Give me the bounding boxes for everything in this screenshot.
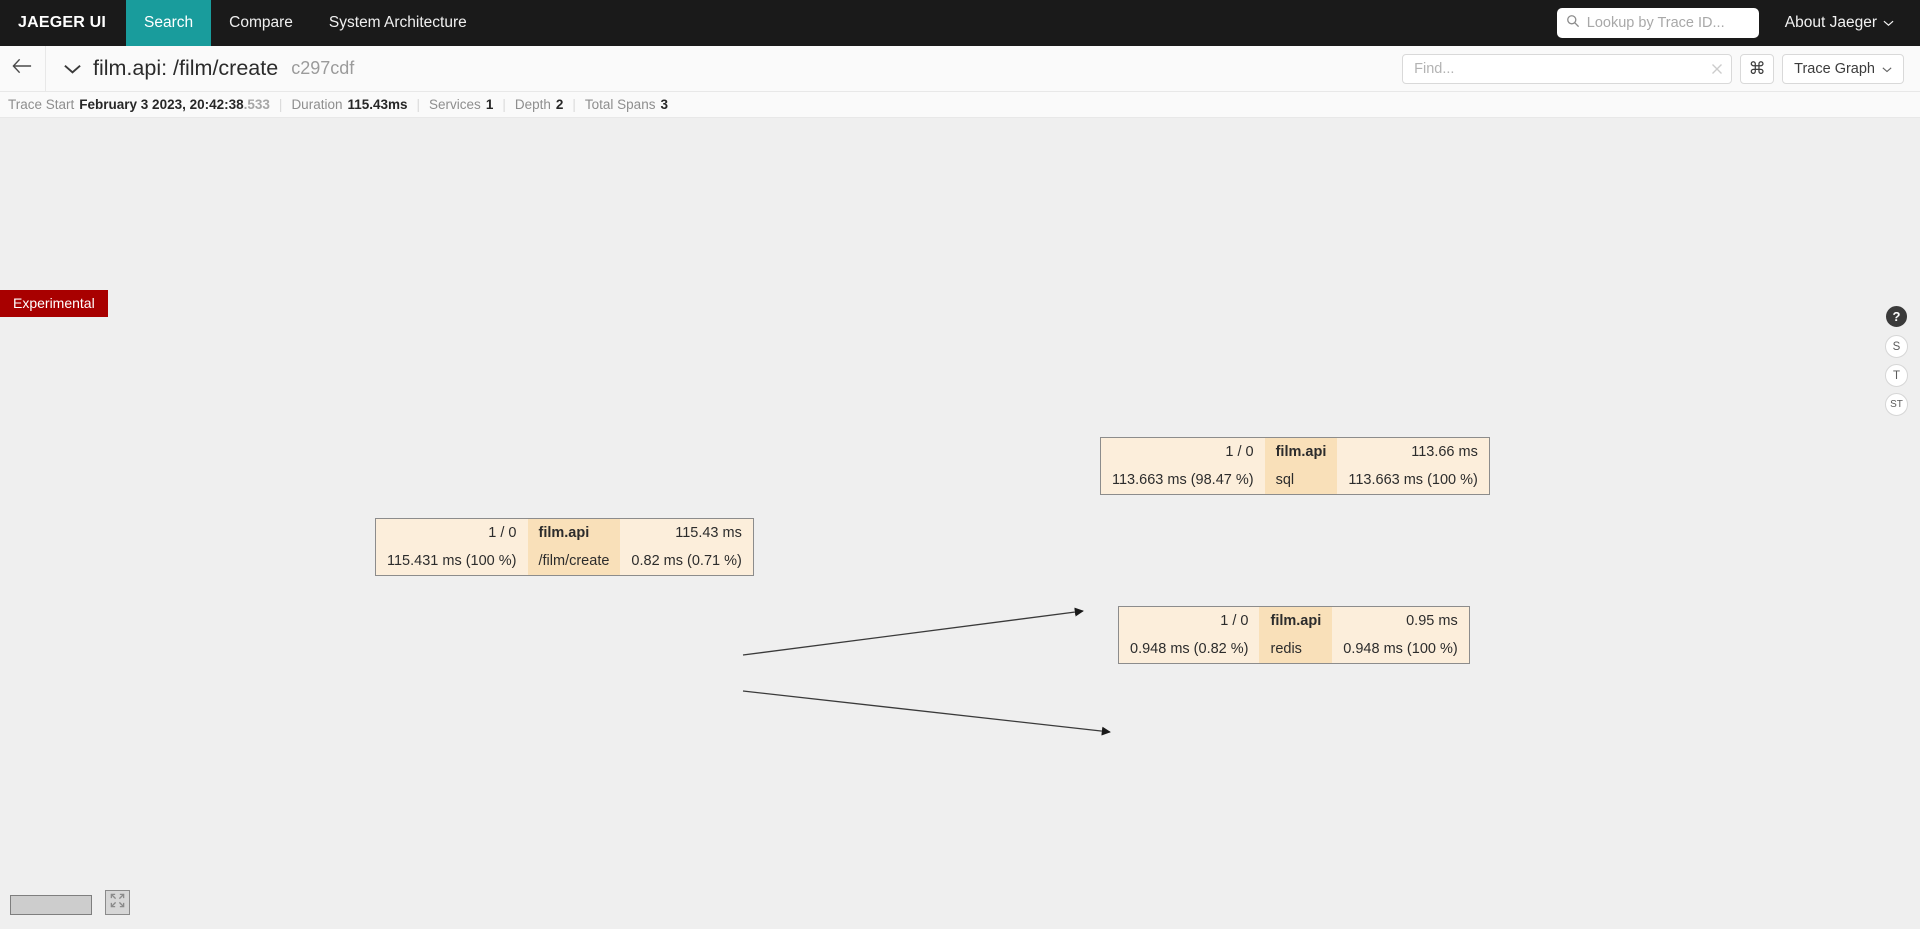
graph-bottom-controls	[10, 890, 130, 915]
graph-node-sql[interactable]: 1 / 0 film.api 113.66 ms 113.663 ms (98.…	[1100, 437, 1490, 495]
node-self-pct: 0.948 ms (100 %)	[1332, 635, 1468, 663]
node-self-time: 113.66 ms	[1337, 438, 1489, 466]
trace-header-bar: film.api: /film/create c297cdf Find... ⌘…	[0, 46, 1920, 92]
node-operation: sql	[1265, 466, 1338, 494]
keyboard-shortcuts-button[interactable]: ⌘	[1740, 54, 1774, 84]
edge-root-to-redis	[743, 691, 1110, 732]
trace-id-lookup-field[interactable]: Lookup by Trace ID...	[1557, 8, 1759, 38]
node-service: film.api	[1259, 607, 1332, 635]
node-count: 1 / 0	[1119, 607, 1259, 635]
top-nav-right-group: Lookup by Trace ID... About Jaeger	[1557, 0, 1920, 46]
node-self-time: 115.43 ms	[620, 519, 752, 547]
fullscreen-icon	[109, 892, 126, 914]
find-input[interactable]: Find...	[1402, 54, 1732, 84]
node-total-time: 0.948 ms (0.82 %)	[1119, 635, 1259, 663]
edge-root-to-sql	[743, 611, 1083, 655]
meta-label: Trace Start	[8, 97, 74, 112]
meta-label: Depth	[515, 97, 551, 112]
fullscreen-button[interactable]	[105, 890, 130, 915]
nav-tab-compare[interactable]: Compare	[211, 0, 311, 46]
meta-label: Total Spans	[585, 97, 656, 112]
find-placeholder: Find...	[1414, 61, 1701, 77]
chevron-down-icon[interactable]	[63, 63, 82, 75]
help-icon[interactable]: ?	[1886, 306, 1907, 327]
search-icon	[1566, 14, 1580, 33]
view-mode-label: Trace Graph	[1794, 61, 1875, 77]
node-self-pct: 113.663 ms (100 %)	[1337, 466, 1489, 494]
trace-meta-bar: Trace Start February 3 2023, 20:42:38.53…	[0, 92, 1920, 118]
nav-tab-system-architecture[interactable]: System Architecture	[311, 0, 485, 46]
top-navigation-bar: JAEGER UI Search Compare System Architec…	[0, 0, 1920, 46]
trace-header-controls: Find... ⌘ Trace Graph	[1402, 46, 1920, 91]
service-mode-button[interactable]: S	[1885, 335, 1908, 358]
about-jaeger-label: About Jaeger	[1785, 14, 1877, 32]
back-button[interactable]	[0, 46, 46, 91]
meta-value: 115.43ms	[347, 97, 407, 112]
meta-trace-start: Trace Start February 3 2023, 20:42:38.53…	[8, 97, 279, 112]
graph-node-root[interactable]: 1 / 0 film.api 115.43 ms 115.431 ms (100…	[375, 518, 754, 576]
jaeger-logo[interactable]: JAEGER UI	[0, 0, 126, 46]
node-total-time: 115.431 ms (100 %)	[376, 547, 528, 575]
graph-side-controls: ? S T ST	[1885, 306, 1908, 416]
meta-services: Services 1	[420, 97, 502, 112]
node-self-time: 0.95 ms	[1332, 607, 1468, 635]
meta-total-spans: Total Spans 3	[576, 97, 677, 112]
graph-edges	[0, 119, 1920, 929]
node-service: film.api	[1265, 438, 1338, 466]
about-jaeger-menu[interactable]: About Jaeger	[1763, 14, 1904, 32]
node-service: film.api	[528, 519, 621, 547]
experimental-badge: Experimental	[0, 290, 108, 317]
node-operation: /film/create	[528, 547, 621, 575]
meta-duration: Duration 115.43ms	[282, 97, 416, 112]
minimap[interactable]	[10, 895, 92, 915]
trace-graph-canvas[interactable]: Experimental 1 / 0 film.api 115.43 ms 11…	[0, 119, 1920, 929]
meta-value: 1	[486, 97, 494, 112]
node-total-time: 113.663 ms (98.47 %)	[1101, 466, 1265, 494]
meta-label: Duration	[291, 97, 342, 112]
node-self-pct: 0.82 ms (0.71 %)	[620, 547, 752, 575]
command-icon: ⌘	[1749, 59, 1766, 79]
graph-node-redis[interactable]: 1 / 0 film.api 0.95 ms 0.948 ms (0.82 %)…	[1118, 606, 1470, 664]
service-trace-mode-button[interactable]: ST	[1885, 393, 1908, 416]
nav-tab-search[interactable]: Search	[126, 0, 211, 46]
view-mode-select[interactable]: Trace Graph	[1782, 54, 1904, 84]
chevron-down-icon	[1882, 61, 1892, 77]
trace-mode-button[interactable]: T	[1885, 364, 1908, 387]
meta-value: February 3 2023, 20:42:38.533	[79, 97, 270, 112]
node-count: 1 / 0	[376, 519, 528, 547]
meta-depth: Depth 2	[506, 97, 573, 112]
close-icon[interactable]	[1701, 63, 1731, 75]
trace-title-group: film.api: /film/create c297cdf	[46, 46, 354, 91]
meta-value: 3	[660, 97, 668, 112]
chevron-down-icon	[1883, 14, 1894, 32]
meta-value: 2	[556, 97, 564, 112]
trace-id-lookup-placeholder: Lookup by Trace ID...	[1587, 15, 1725, 31]
arrow-left-icon	[12, 57, 33, 80]
node-count: 1 / 0	[1101, 438, 1265, 466]
node-operation: redis	[1259, 635, 1332, 663]
meta-label: Services	[429, 97, 481, 112]
trace-id-label: c297cdf	[291, 58, 354, 79]
page-title: film.api: /film/create	[93, 56, 278, 81]
